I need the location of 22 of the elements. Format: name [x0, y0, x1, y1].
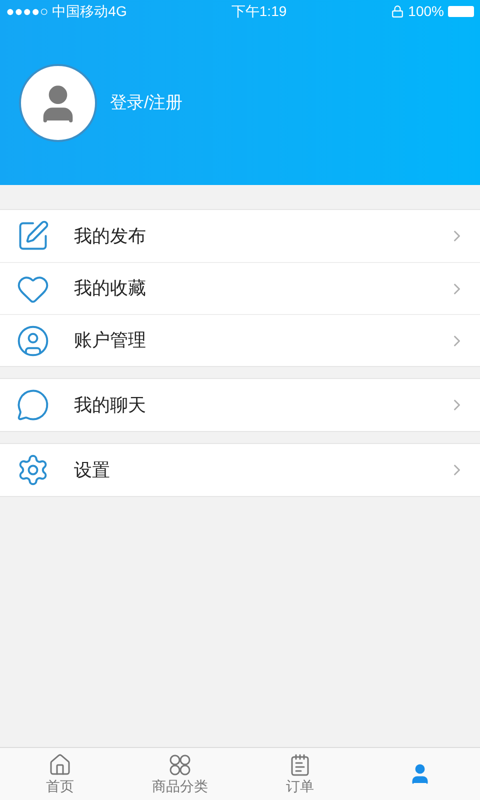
grid-icon	[168, 753, 192, 777]
clock-text: 下午1:19	[231, 2, 287, 20]
user-icon	[16, 324, 50, 358]
tab[interactable]: 商品分类	[120, 748, 240, 800]
menu-item[interactable]: 我的收藏	[0, 262, 480, 314]
home-icon	[48, 753, 72, 777]
menu-item[interactable]: 设置	[0, 444, 480, 496]
carrier-text: ●●●●○ 中国移动4G	[6, 2, 127, 20]
menu-label: 我的聊天	[74, 394, 147, 416]
menu-item[interactable]: 我的聊天	[0, 379, 480, 431]
chat-icon	[16, 388, 50, 422]
menu-label: 我的发布	[74, 224, 147, 248]
battery-text: 100%	[408, 2, 444, 20]
menu-item[interactable]: 我的发布	[0, 210, 480, 262]
battery-icon	[448, 6, 474, 16]
menu-item[interactable]: 账户管理	[0, 314, 480, 366]
tab[interactable]: 首页	[0, 748, 120, 800]
menu-label: 我的收藏	[74, 277, 147, 300]
menu-label: 设置	[74, 458, 111, 482]
menu-label: 账户管理	[74, 329, 147, 352]
rotation-lock-icon	[391, 4, 404, 18]
tab[interactable]: 订单	[240, 748, 360, 800]
